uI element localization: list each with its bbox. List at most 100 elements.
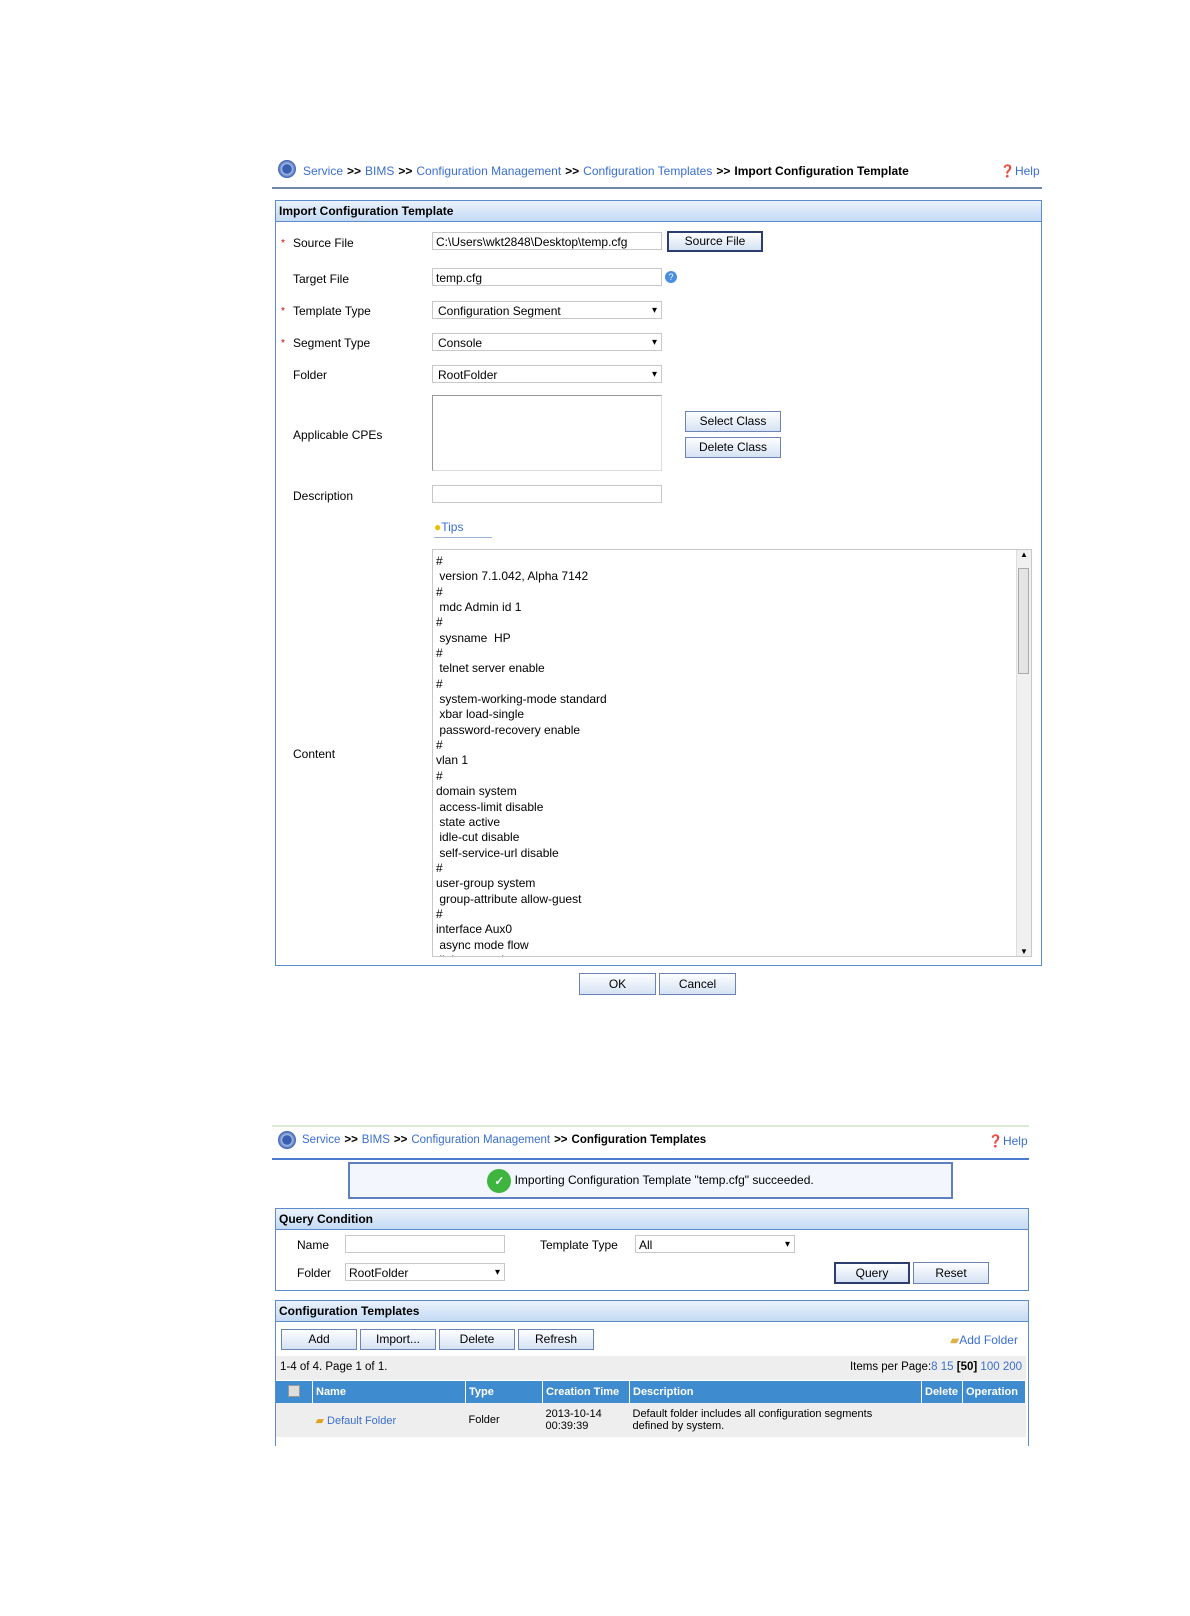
service-icon <box>278 160 296 178</box>
breadcrumb-current: Configuration Templates <box>571 1134 707 1146</box>
content-label: Content <box>293 747 336 761</box>
breadcrumb: Service >> BIMS >> Configuration Management >… <box>303 164 909 178</box>
segment-type-label: Segment Type <box>293 336 371 350</box>
row-name-link[interactable]: Default Folder <box>327 1415 396 1427</box>
row-type: Folder <box>465 1403 543 1437</box>
page-size-100[interactable]: 100 <box>980 1361 999 1373</box>
help-link[interactable]: ❓Help <box>988 1134 1028 1148</box>
page-size-8[interactable]: 8 <box>931 1361 937 1373</box>
panel-title: Import Configuration Template <box>276 201 1041 222</box>
items-per-page: Items per Page:8 15 [50] 100 200 <box>850 1361 1022 1373</box>
add-folder-link[interactable]: ▰Add Folder <box>950 1333 1018 1347</box>
template-type-select[interactable]: Configuration Segment <box>432 301 662 320</box>
description-label: Description <box>293 489 354 503</box>
folder-select[interactable]: RootFolder <box>345 1263 505 1282</box>
description-line: Default folder includes all configuratio… <box>632 1408 873 1420</box>
templates-title: Configuration Templates <box>276 1301 1028 1322</box>
success-message: ✓ Importing Configuration Template "temp… <box>348 1162 953 1199</box>
col-creation-time[interactable]: Creation Time <box>542 1381 630 1403</box>
paging-bar: 1-4 of 4. Page 1 of 1. Items per Page:8 … <box>276 1356 1026 1380</box>
separator: >> <box>344 1134 358 1146</box>
breadcrumb-bims[interactable]: BIMS <box>362 1134 390 1146</box>
source-file-input[interactable]: C:\Users\wkt2848\Desktop\temp.cfg <box>432 232 662 250</box>
name-label: Name <box>297 1238 330 1252</box>
scroll-up-icon[interactable]: ▲ <box>1017 550 1031 559</box>
breadcrumb: Service >> BIMS >> Configuration Management >… <box>302 1134 706 1146</box>
required-mark: * <box>281 238 285 249</box>
name-input[interactable] <box>345 1235 505 1253</box>
folder-add-icon: ▰ <box>950 1333 960 1347</box>
page-size-200[interactable]: 200 <box>1003 1361 1022 1373</box>
creation-clock: 00:39:39 <box>545 1420 589 1432</box>
required-mark: * <box>281 306 285 317</box>
query-title: Query Condition <box>276 1209 1028 1230</box>
description-input[interactable] <box>432 485 662 503</box>
separator: >> <box>347 164 362 178</box>
table-header: Name Type Creation Time Description Dele… <box>276 1381 1026 1403</box>
success-text: Importing Configuration Template "temp.c… <box>514 1173 814 1187</box>
breadcrumb-current: Import Configuration Template <box>734 164 909 178</box>
reset-button[interactable]: Reset <box>913 1262 989 1284</box>
help-icon[interactable]: ? <box>665 271 677 283</box>
template-type-label: Template Type <box>540 1238 618 1252</box>
header-divider <box>272 187 1042 189</box>
delete-button[interactable]: Delete <box>439 1329 515 1350</box>
source-file-button[interactable]: Source File <box>667 231 763 252</box>
breadcrumb-config-management[interactable]: Configuration Management <box>411 1134 550 1146</box>
separator: >> <box>398 164 413 178</box>
col-operation: Operation <box>962 1381 1026 1403</box>
segment-type-select[interactable]: Console <box>432 333 662 352</box>
scrollbar-thumb[interactable] <box>1018 568 1029 674</box>
col-description[interactable]: Description <box>629 1381 922 1403</box>
help-label: Help <box>1014 164 1040 178</box>
tips-link[interactable]: ●Tips <box>434 520 492 538</box>
template-type-select[interactable]: All <box>635 1235 795 1254</box>
folder-label: Folder <box>293 368 328 382</box>
breadcrumb-service[interactable]: Service <box>303 164 343 178</box>
help-label: Help <box>1002 1134 1028 1148</box>
success-check-icon: ✓ <box>487 1168 512 1193</box>
query-button[interactable]: Query <box>834 1262 910 1284</box>
page-size-50: [50] <box>956 1361 978 1373</box>
help-link[interactable]: ❓Help <box>1000 164 1040 178</box>
templates-table: Name Type Creation Time Description Dele… <box>276 1381 1026 1437</box>
required-mark: * <box>281 338 285 349</box>
import-button[interactable]: Import... <box>360 1329 436 1350</box>
folder-value: RootFolder <box>438 368 498 382</box>
ok-button[interactable]: OK <box>579 973 656 995</box>
cancel-button[interactable]: Cancel <box>659 973 736 995</box>
separator: >> <box>565 164 580 178</box>
service-icon <box>278 1131 296 1149</box>
items-per-page-label: Items per Page: <box>849 1361 932 1373</box>
breadcrumb-service[interactable]: Service <box>302 1134 340 1146</box>
separator: >> <box>393 1134 408 1146</box>
target-file-label: Target File <box>293 272 350 286</box>
segment-type-value: Console <box>438 336 483 350</box>
separator: >> <box>716 164 731 178</box>
breadcrumb-config-templates[interactable]: Configuration Templates <box>583 164 712 178</box>
row-description: Default folder includes all configuratio… <box>629 1403 922 1437</box>
folder-value: RootFolder <box>349 1266 409 1280</box>
add-button[interactable]: Add <box>281 1329 357 1350</box>
breadcrumb-bims[interactable]: BIMS <box>365 164 394 178</box>
content-textarea[interactable]: # version 7.1.042, Alpha 7142 # mdc Admi… <box>432 549 1032 957</box>
col-type[interactable]: Type <box>465 1381 543 1403</box>
page-size-15[interactable]: 15 <box>941 1361 954 1373</box>
add-folder-label: Add Folder <box>959 1333 1018 1347</box>
refresh-button[interactable]: Refresh <box>518 1329 594 1350</box>
content-scrollbar[interactable]: ▲ ▼ <box>1016 550 1031 956</box>
folder-icon: ▰ <box>315 1414 324 1427</box>
help-icon: ❓ <box>988 1134 1003 1148</box>
delete-class-button[interactable]: Delete Class <box>685 437 781 458</box>
select-all-checkbox[interactable] <box>276 1381 313 1403</box>
col-delete: Delete <box>921 1381 963 1403</box>
applicable-cpes-list[interactable] <box>432 395 662 471</box>
folder-select[interactable]: RootFolder <box>432 365 662 384</box>
top-border <box>272 1125 1029 1127</box>
col-name[interactable]: Name <box>312 1381 466 1403</box>
breadcrumb-config-management[interactable]: Configuration Management <box>416 164 561 178</box>
target-file-input[interactable]: temp.cfg <box>432 268 662 286</box>
template-type-value: All <box>639 1238 653 1252</box>
scroll-down-icon[interactable]: ▼ <box>1017 947 1031 956</box>
select-class-button[interactable]: Select Class <box>685 411 781 432</box>
